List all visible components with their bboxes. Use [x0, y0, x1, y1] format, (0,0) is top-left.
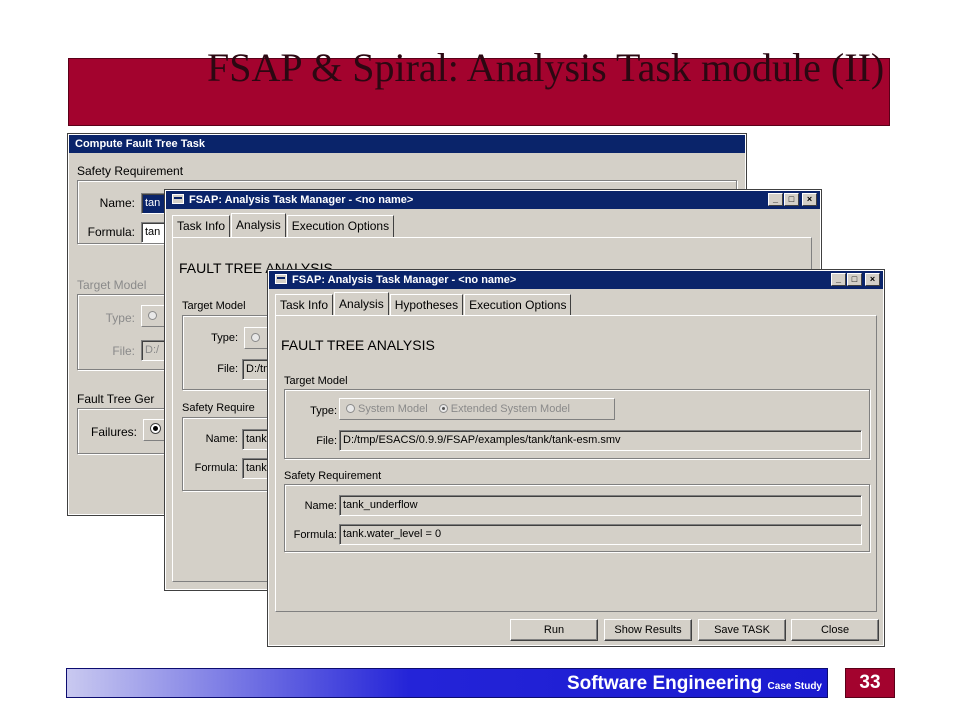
tab-panel: [275, 315, 877, 612]
tab-analysis[interactable]: Analysis: [231, 213, 286, 237]
radio-selected-icon: [150, 423, 161, 434]
fault-tree-generation-label: Fault Tree Ger: [77, 392, 155, 406]
analysis-task-manager-window: FSAP: Analysis Task Manager - <no name> …: [267, 269, 885, 647]
type-label: Type:: [310, 405, 337, 417]
safety-requirement-label: Safety Require: [182, 402, 255, 414]
close-icon[interactable]: ×: [802, 193, 817, 206]
radio-icon: [148, 311, 157, 320]
file-label: File:: [316, 435, 337, 447]
window-title: FSAP: Analysis Task Manager - <no name>: [189, 194, 414, 206]
tab-analysis[interactable]: Analysis: [334, 292, 389, 316]
tab-hypotheses[interactable]: Hypotheses: [389, 294, 464, 316]
file-label: File:: [217, 363, 238, 375]
name-label: Name:: [205, 433, 238, 445]
window-title-bar[interactable]: FSAP: Analysis Task Manager - <no name> …: [166, 191, 820, 209]
window-title: Compute Fault Tree Task: [75, 138, 205, 150]
target-model-label: Target Model: [182, 300, 246, 312]
formula-label: Formula:: [194, 462, 238, 474]
window-title: FSAP: Analysis Task Manager - <no name>: [292, 274, 517, 286]
safety-requirement-label: Safety Requirement: [284, 470, 382, 482]
tab-execution-options[interactable]: Execution Options: [286, 215, 395, 237]
tab-execution-options[interactable]: Execution Options: [464, 294, 572, 316]
formula-field[interactable]: tank.water_level = 0: [339, 524, 862, 545]
close-button[interactable]: Close: [791, 619, 879, 641]
file-field[interactable]: D:/tmp/ESACS/0.9.9/FSAP/examples/tank/ta…: [339, 430, 862, 451]
minimize-icon[interactable]: _: [831, 273, 846, 286]
minimize-icon[interactable]: _: [768, 193, 783, 206]
footer-sub-text: Case Study: [767, 681, 822, 692]
formula-label: Formula:: [87, 225, 135, 239]
target-model-label: Target Model: [77, 278, 147, 292]
show-results-button[interactable]: Show Results: [604, 619, 692, 641]
footer-main-text: Software Engineering: [566, 673, 763, 694]
name-field[interactable]: tank_underflow: [339, 495, 862, 516]
footer-course-title: Software Engineering Case Study: [567, 673, 822, 695]
target-model-label: Target Model: [284, 375, 348, 387]
window-menu-icon[interactable]: [275, 274, 287, 284]
failures-label: Failures:: [90, 425, 137, 439]
name-label: Name:: [99, 196, 135, 210]
tab-task-info[interactable]: Task Info: [275, 294, 334, 316]
formula-label: Formula:: [293, 529, 337, 541]
window-title-bar[interactable]: FSAP: Analysis Task Manager - <no name> …: [269, 271, 883, 289]
type-label: Type:: [211, 332, 238, 344]
run-button[interactable]: Run: [510, 619, 598, 641]
type-label: Type:: [105, 311, 135, 325]
maximize-icon[interactable]: □: [784, 193, 799, 206]
window-menu-icon[interactable]: [172, 194, 184, 204]
save-task-button[interactable]: Save TASK: [698, 619, 786, 641]
page-number: 33: [845, 668, 895, 698]
tab-strip: Task Info Analysis Execution Options: [172, 213, 395, 237]
file-label: File:: [112, 344, 135, 358]
radio-extended-icon[interactable]: [438, 404, 448, 413]
maximize-icon[interactable]: □: [847, 273, 862, 286]
slide-title: FSAP & Spiral: Analysis Task module (II): [207, 45, 885, 90]
window-title-bar[interactable]: Compute Fault Tree Task: [69, 135, 745, 153]
tab-task-info[interactable]: Task Info: [172, 215, 231, 237]
name-label: Name:: [304, 500, 337, 512]
analysis-heading: FAULT TREE ANALYSIS: [281, 337, 435, 353]
radio-icon: [251, 333, 260, 342]
tab-strip: Task Info Analysis Hypotheses Execution …: [275, 292, 572, 316]
type-radio-group[interactable]: System Model Extended System Model: [339, 398, 615, 420]
radio-system-label: System Model: [358, 403, 428, 415]
radio-system-icon[interactable]: [346, 404, 355, 413]
radio-extended-label: Extended System Model: [450, 403, 570, 415]
close-icon[interactable]: ×: [865, 273, 880, 286]
safety-requirement-label: Safety Requirement: [77, 164, 184, 178]
